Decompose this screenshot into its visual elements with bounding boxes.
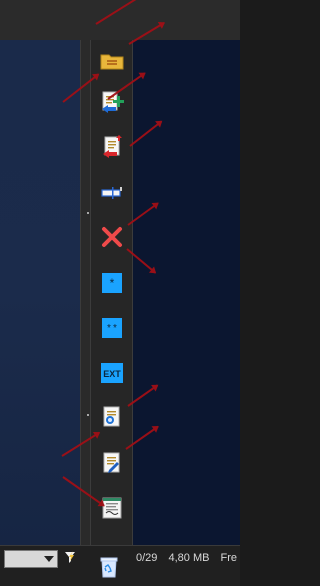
document-move-button[interactable] (95, 130, 128, 163)
right-panel (131, 40, 240, 545)
ext-label: EXT (103, 369, 121, 379)
document-transfer-icon (102, 134, 122, 158)
print-preview-button[interactable] (95, 492, 128, 525)
filter-double-star-button[interactable]: * * (95, 311, 128, 344)
delete-x-icon (101, 226, 122, 247)
recycle-bin-icon[interactable] (95, 553, 123, 581)
selection-count: 0/29 (136, 552, 158, 564)
lightning-filter-icon[interactable] (62, 549, 80, 567)
splitter-grip-top (87, 212, 89, 214)
open-folder-button[interactable] (95, 44, 128, 77)
left-panel (0, 40, 80, 545)
single-star-icon: * (101, 272, 122, 293)
find-in-document-button[interactable] (95, 400, 128, 433)
filter-star-button[interactable]: * (95, 266, 128, 299)
folder-icon (100, 54, 123, 69)
free-space-label: Fre (220, 552, 238, 564)
ext-label-icon: EXT (100, 362, 123, 383)
app-window: * * * EXT 0/29 4,80 MB Fre (0, 0, 240, 586)
edit-document-button[interactable] (95, 446, 128, 479)
double-star-icon: * * (101, 317, 122, 338)
filter-dropdown[interactable] (4, 550, 58, 568)
status-text: 0/29 4,80 MB Fre (136, 551, 237, 565)
document-edit-icon (103, 452, 119, 473)
svg-text:*: * (113, 323, 117, 334)
new-document-button[interactable] (95, 85, 128, 118)
rename-cursor-icon (100, 186, 122, 199)
document-add-icon (101, 91, 124, 113)
document-search-icon (103, 406, 119, 426)
vertical-toolbar: * * * EXT (87, 40, 133, 586)
extension-button[interactable]: EXT (95, 356, 128, 389)
chevron-down-icon (44, 556, 54, 562)
rename-button[interactable] (95, 176, 128, 209)
splitter-grip-bottom (87, 414, 89, 416)
selection-size: 4,80 MB (168, 552, 210, 564)
svg-text:*: * (109, 276, 114, 290)
delete-button[interactable] (95, 220, 128, 253)
svg-text:*: * (107, 323, 111, 334)
top-bar (0, 0, 240, 41)
